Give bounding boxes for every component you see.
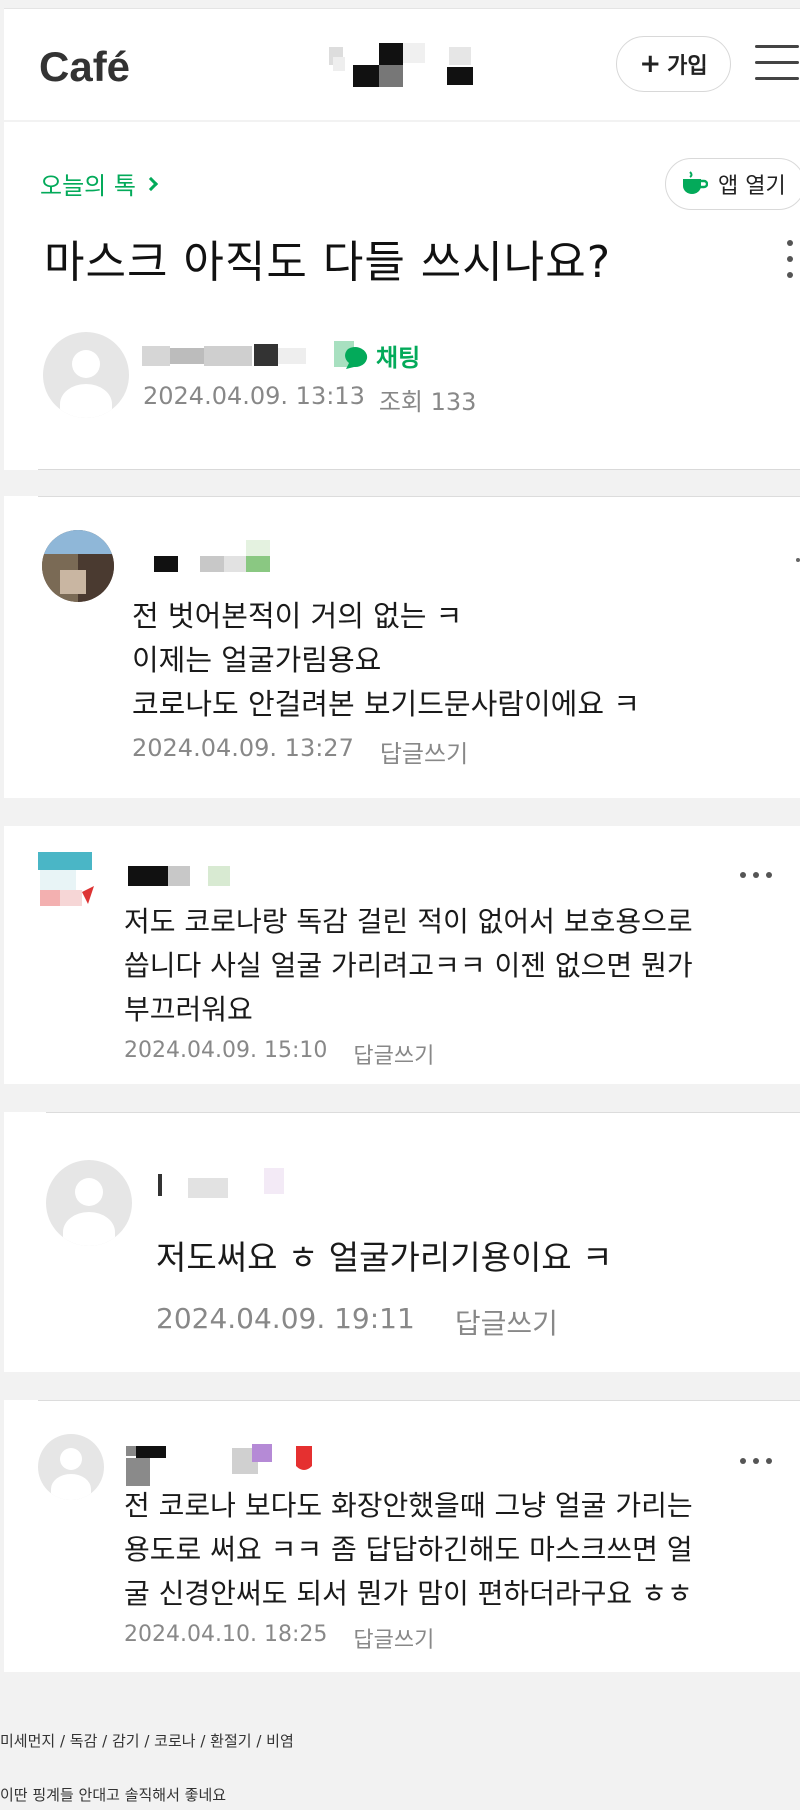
tag-list: 미세먼지 / 독감 / 감기 / 코로나 / 환절기 / 비염: [0, 1732, 294, 1750]
default-avatar-icon: [60, 1448, 82, 1470]
author-name-censored[interactable]: [142, 342, 310, 368]
post-header: 오늘의 톡 앱 열기 마스크 아직도 다들 쓰시나요? 채팅 2024.04.0…: [4, 122, 800, 470]
more-horizontal-icon[interactable]: [740, 1458, 774, 1466]
reply-button[interactable]: 답글쓰기: [353, 1038, 434, 1070]
chat-link[interactable]: 채팅: [334, 338, 420, 373]
join-label: 가입: [667, 54, 708, 79]
chat-label: 채팅: [376, 344, 421, 372]
commenter-avatar[interactable]: [38, 846, 100, 908]
plus-icon: +: [639, 49, 662, 79]
divider: [38, 496, 800, 497]
author-avatar[interactable]: [43, 332, 129, 418]
default-avatar-icon: [75, 1178, 103, 1206]
more-icon-edge[interactable]: [796, 558, 800, 562]
open-app-label: 앱 열기: [718, 174, 786, 199]
comment-date: 2024.04.09. 13:27: [132, 734, 354, 762]
join-button[interactable]: + 가입: [616, 36, 731, 92]
comment-meta: 2024.04.09. 19:11 답글쓰기: [156, 1302, 558, 1342]
reply-button[interactable]: 답글쓰기: [353, 1622, 434, 1654]
comment-text: 전 코로나 보다도 화장안했을때 그냥 얼굴 가리는 용도로 써요 ㅋㅋ 좀 답…: [124, 1489, 693, 1610]
board-link-label: 오늘의 톡: [40, 172, 136, 200]
commenter-avatar[interactable]: [38, 1434, 104, 1500]
caption-text: 이딴 핑계들 안대고 솔직해서 좋네요: [0, 1786, 227, 1804]
more-vertical-icon[interactable]: [786, 240, 794, 280]
divider: [38, 469, 800, 470]
comment-text: 전 벗어본적이 거의 없는 ㅋ 이제는 얼굴가림용요 코로나도 안걸려본 보기드…: [132, 599, 640, 721]
comment-item: 저도써요 ㅎ 얼굴가리기용이요 ㅋ 2024.04.09. 19:11 답글쓰기: [4, 1112, 800, 1372]
more-horizontal-icon[interactable]: [740, 872, 774, 880]
post-views: 조회 133: [378, 388, 477, 416]
comment-meta: 2024.04.09. 15:10 답글쓰기: [124, 1038, 434, 1070]
commenter-name-censored[interactable]: [158, 1168, 288, 1198]
post-date: 2024.04.09. 13:13: [143, 382, 365, 410]
coffee-cup-icon: [680, 170, 709, 198]
open-app-button[interactable]: 앱 열기: [665, 158, 800, 210]
divider: [46, 1112, 800, 1113]
comment-meta: 2024.04.10. 18:25 답글쓰기: [124, 1622, 434, 1654]
comment-item: 저도 코로나랑 독감 걸린 적이 없어서 보호용으로 씁니다 사실 얼굴 가리려…: [4, 826, 800, 1084]
top-header: Café + 가입: [4, 8, 800, 120]
post-title: 마스크 아직도 다들 쓰시나요?: [44, 237, 612, 288]
commenter-avatar[interactable]: [46, 1160, 132, 1246]
comment-item: 전 벗어본적이 거의 없는 ㅋ 이제는 얼굴가림용요 코로나도 안걸려본 보기드…: [4, 496, 800, 798]
comment-meta: 2024.04.09. 13:27 답글쓰기: [132, 734, 468, 769]
reply-button[interactable]: 답글쓰기: [455, 1302, 558, 1342]
default-avatar-icon: [72, 350, 100, 378]
post-meta: 2024.04.09. 13:13 조회 133: [143, 382, 476, 417]
commenter-name-censored[interactable]: [128, 864, 238, 888]
cafe-name-censored: [329, 43, 494, 89]
comment-date: 2024.04.09. 15:10: [124, 1038, 328, 1063]
commenter-name-censored[interactable]: [154, 540, 274, 576]
commenter-name-censored[interactable]: [126, 1444, 326, 1486]
comment-text: 저도 코로나랑 독감 걸린 적이 없어서 보호용으로 씁니다 사실 얼굴 가리려…: [124, 905, 693, 1026]
reply-button[interactable]: 답글쓰기: [380, 734, 468, 769]
comment-text: 저도써요 ㅎ 얼굴가리기용이요 ㅋ: [156, 1238, 613, 1277]
cafe-logo[interactable]: Café: [39, 43, 130, 91]
divider: [38, 1400, 800, 1401]
menu-icon[interactable]: [755, 45, 799, 81]
comment-date: 2024.04.09. 19:11: [156, 1302, 415, 1335]
board-link[interactable]: 오늘의 톡: [40, 166, 159, 201]
chevron-right-icon: [143, 176, 159, 191]
chat-bubble-icon: [334, 340, 372, 371]
comment-item: 전 코로나 보다도 화장안했을때 그냥 얼굴 가리는 용도로 써요 ㅋㅋ 좀 답…: [4, 1400, 800, 1672]
comment-date: 2024.04.10. 18:25: [124, 1622, 328, 1647]
commenter-avatar[interactable]: [42, 530, 114, 602]
